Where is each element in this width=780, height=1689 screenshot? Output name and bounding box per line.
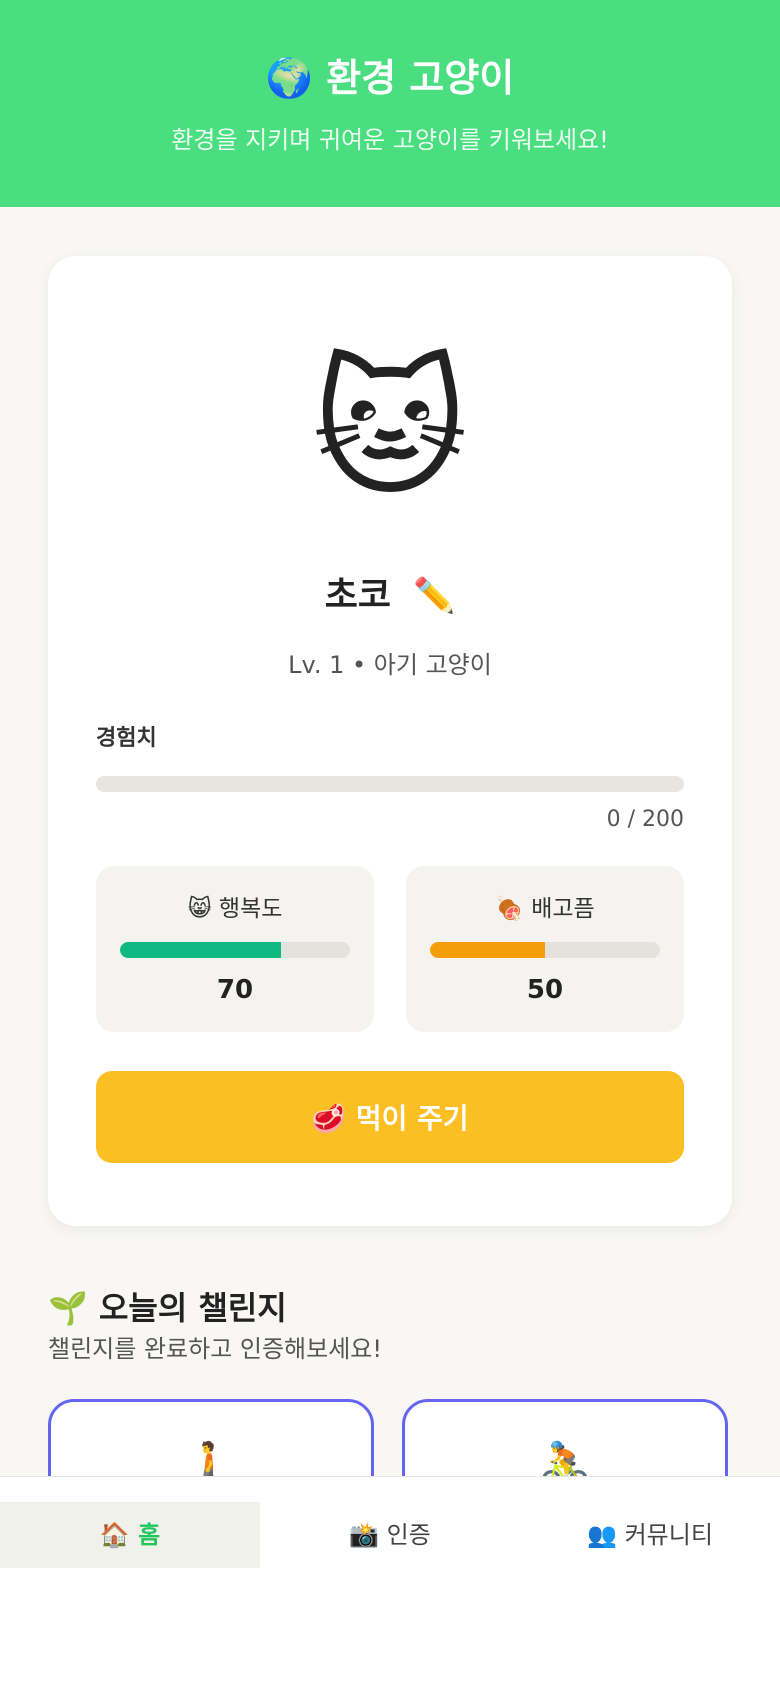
seedling-icon: 🌱 — [48, 1289, 88, 1327]
happiness-stat: 😸 행복도 70 — [96, 866, 374, 1032]
happiness-bar-fill — [120, 942, 281, 958]
app-header: 🌍 환경 고양이 환경을 지키며 귀여운 고양이를 키워보세요! — [0, 0, 780, 207]
edit-name-icon[interactable]: ✏️ — [413, 576, 455, 616]
hunger-title: 🍖 배고픔 — [406, 892, 684, 926]
hunger-bar-fill — [430, 942, 545, 958]
hunger-bar — [430, 942, 660, 958]
hunger-stat: 🍖 배고픔 50 — [406, 866, 684, 1032]
challenge-subtitle: 챌린지를 완료하고 인증해보세요! — [48, 1335, 382, 1363]
house-icon: 🏠 — [99, 1521, 130, 1549]
app-subtitle: 환경을 지키며 귀여운 고양이를 키워보세요! — [171, 126, 609, 154]
nav-label-verify: 인증 — [386, 1521, 431, 1549]
cat-level: Lv. 1 • 아기 고양이 — [288, 651, 492, 679]
cat-name-row: 초코 ✏️ — [48, 570, 732, 622]
challenge-title-text: 오늘의 챌린지 — [98, 1289, 287, 1327]
feed-button-label: 먹이 주기 — [355, 1102, 469, 1135]
happiness-value: 70 — [216, 975, 254, 1005]
globe-icon: 🌍 — [265, 56, 314, 100]
camera-icon: 📸 — [349, 1521, 380, 1549]
exp-label: 경험치 — [96, 726, 157, 751]
happy-cat-icon: 😸 — [187, 896, 212, 922]
feed-button[interactable]: 🥩 먹이 주기 — [96, 1071, 684, 1163]
bottom-navigation: 🏠 홈 📸 인증 👥 커뮤니티 — [0, 1476, 780, 1689]
cat-name: 초코 — [324, 575, 391, 616]
people-icon: 👥 — [587, 1521, 617, 1549]
exp-progress-bar — [96, 776, 684, 792]
nav-item-home[interactable]: 🏠 홈 — [0, 1502, 260, 1568]
cat-status-card: 🐱 초코 ✏️ Lv. 1 • 아기 고양이 경험치 0 / 200 😸 행복도 … — [48, 256, 732, 1226]
meat-icon: 🍖 — [495, 896, 524, 922]
nav-item-verify[interactable]: 📸 인증 — [260, 1502, 520, 1568]
happiness-label: 행복도 — [218, 896, 283, 922]
hunger-value: 50 — [526, 975, 564, 1005]
happiness-bar — [120, 942, 350, 958]
nav-label-home: 홈 — [138, 1521, 161, 1549]
cat-avatar-icon[interactable]: 🐱 — [48, 340, 732, 520]
steak-icon: 🥩 — [311, 1102, 347, 1135]
hunger-label: 배고픔 — [531, 896, 595, 922]
happiness-title: 😸 행복도 — [96, 892, 374, 926]
nav-label-community: 커뮤니티 — [624, 1521, 713, 1549]
nav-item-community[interactable]: 👥 커뮤니티 — [520, 1502, 780, 1568]
exp-value: 0 / 200 — [606, 807, 684, 832]
app-title: 🌍 환경 고양이 — [0, 52, 780, 104]
challenge-section-title: 🌱 오늘의 챌린지 — [48, 1286, 287, 1330]
app-title-text: 환경 고양이 — [326, 56, 515, 100]
